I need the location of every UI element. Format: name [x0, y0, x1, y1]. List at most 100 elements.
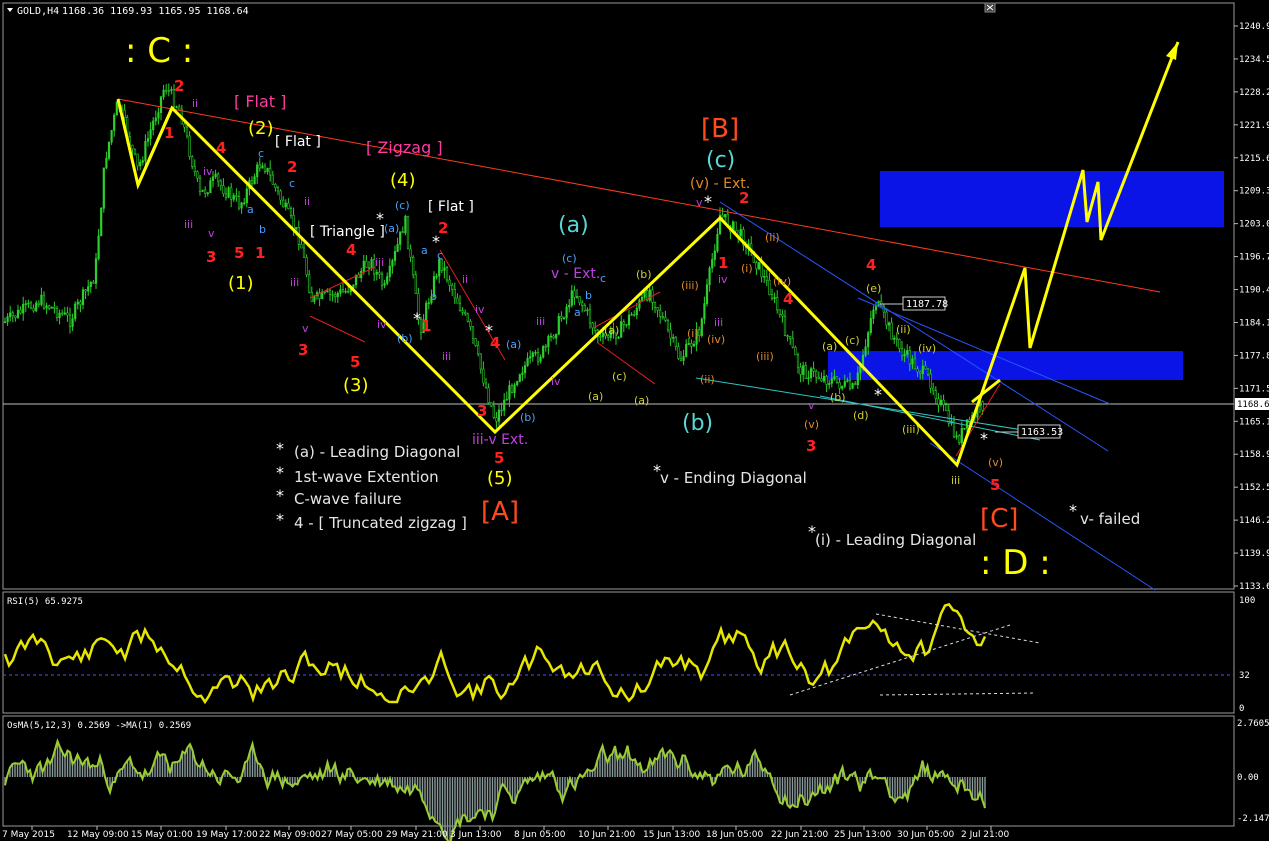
time-label: 10 Jun 21:00 [578, 830, 635, 840]
candle-body [196, 171, 199, 179]
candle-body [765, 276, 768, 281]
svg-text:(a): (a) [588, 390, 603, 403]
svg-text:v: v [208, 227, 215, 240]
candle-body [79, 301, 82, 305]
candle-body [401, 231, 404, 234]
candle-body [500, 409, 503, 412]
candle-body [55, 308, 59, 319]
candle-body [63, 312, 66, 315]
svg-text:(b): (b) [636, 268, 652, 281]
candle-body [755, 262, 758, 270]
rsi-scale: 100 32 0 [1239, 596, 1255, 714]
candle-body [630, 314, 633, 316]
candle-body [482, 368, 485, 384]
candle-body [378, 272, 381, 275]
candle-body [393, 251, 397, 261]
candle-body [586, 309, 589, 312]
candle-body [87, 286, 90, 292]
candle-body [926, 368, 930, 375]
svg-text:iii: iii [184, 218, 193, 231]
candle-body [503, 399, 506, 411]
candle-body [872, 309, 875, 319]
candle-body [570, 290, 573, 306]
candle-body [360, 270, 363, 279]
candle-body [178, 106, 181, 110]
note-1: (a) - Leading Diagonal [294, 443, 460, 461]
candle-body [144, 141, 147, 161]
svg-text:iii: iii [714, 316, 723, 329]
rsi-scale-label: 0 [1239, 704, 1244, 714]
candle-body [937, 398, 940, 406]
candle-body [92, 281, 95, 284]
candle-body [235, 195, 238, 197]
candle-body [154, 117, 157, 122]
candle-body [250, 180, 254, 185]
candle-body [526, 357, 529, 366]
svg-text:*: * [413, 309, 421, 328]
svg-text:(ii): (ii) [896, 323, 911, 336]
candle-body [279, 190, 282, 201]
svg-text:(iii): (iii) [902, 423, 920, 436]
candle-body [136, 153, 139, 167]
candle-body [820, 378, 823, 382]
svg-text:4: 4 [866, 256, 876, 274]
candle-body [204, 189, 207, 194]
candle-body [653, 302, 657, 308]
candle-body [331, 294, 334, 296]
svg-text:5: 5 [234, 244, 244, 262]
svg-text:iv: iv [718, 273, 728, 286]
candle-body [536, 352, 540, 362]
ohlc-values: 1168.36 1169.93 1165.95 1168.64 [62, 6, 249, 17]
candle-body [703, 303, 706, 320]
candle-body [48, 305, 51, 309]
candle-body [638, 300, 641, 309]
candle-body [295, 227, 298, 230]
candle-body [399, 231, 402, 245]
candle-body [445, 267, 449, 281]
candle-body [201, 189, 204, 192]
candle-body [796, 354, 800, 368]
label-v-ext-mid: v - Ext. [551, 266, 600, 282]
candle-body [916, 368, 919, 373]
candle-body [835, 376, 839, 383]
close-icon[interactable] [984, 2, 996, 13]
candle-body [188, 135, 191, 157]
candle-body [149, 129, 152, 139]
candle-body [14, 315, 17, 318]
candle-body [102, 167, 105, 209]
candle-body [37, 302, 40, 305]
svg-text:b: b [585, 289, 592, 302]
candle-body [505, 398, 508, 401]
candle-body [386, 276, 389, 284]
osma-scale: 2.7605 0.00 -2.1471 [1237, 719, 1269, 824]
candle-body [492, 405, 495, 418]
rsi-scale-label: 100 [1239, 596, 1255, 606]
candle-body [443, 267, 446, 271]
candle-body [458, 302, 462, 311]
candle-body [679, 358, 683, 361]
label-w3: (3) [343, 375, 369, 396]
candle-body [815, 370, 818, 378]
candle-body [115, 101, 118, 116]
price-label: 1158.92 [1239, 450, 1269, 460]
svg-text:(v): (v) [804, 418, 819, 431]
candle-body [409, 248, 412, 258]
candle-body [6, 316, 9, 323]
svg-text:iv: iv [551, 375, 561, 388]
osma-label: OsMA(5,12,3) 0.2569 ->MA(1) 0.2569 [7, 721, 191, 731]
candle-body [721, 214, 724, 218]
candle-body [822, 376, 826, 382]
svg-text:2: 2 [174, 77, 184, 95]
candle-body [170, 89, 173, 91]
candle-body [159, 96, 163, 113]
current-price-badge: 1168.64 [1235, 398, 1269, 410]
candle-body [799, 366, 802, 375]
price-scale: 1240.93 1234.55 1228.27 1221.90 1215.61 1209.… [1234, 22, 1269, 592]
candle-body [763, 276, 766, 278]
candle-body [19, 309, 22, 314]
candle-body [843, 381, 846, 387]
label-big-c: : C : [125, 31, 193, 71]
candle-body [232, 195, 235, 200]
chart-canvas[interactable]: : C : : D : [A] [B] [C] (c) (a) (b) (1) … [0, 0, 1269, 841]
candle-body [828, 383, 831, 385]
